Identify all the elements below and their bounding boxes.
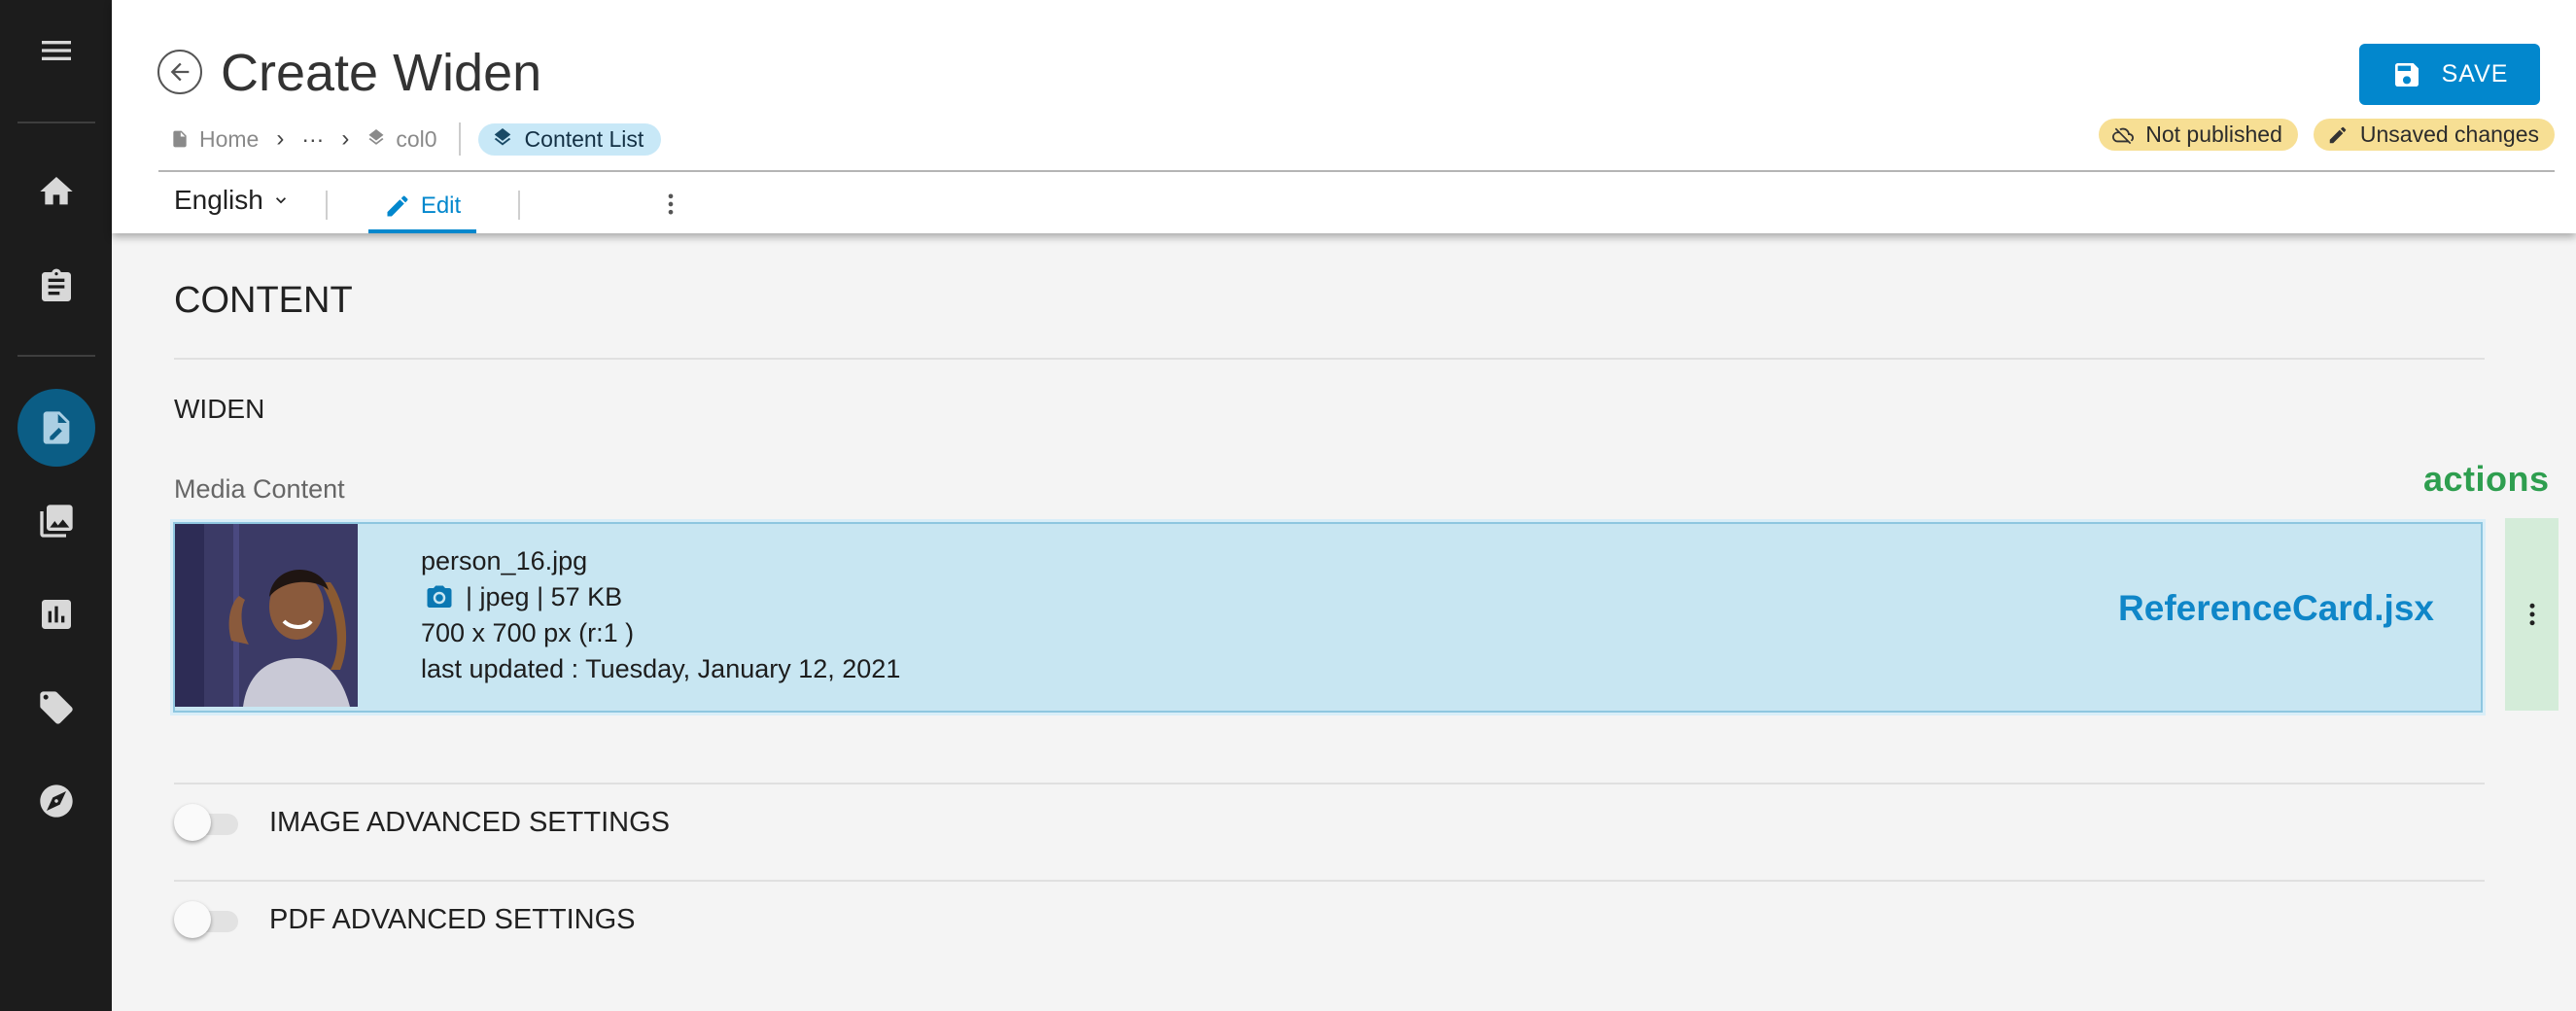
sidebar-divider [17,122,95,123]
images-icon[interactable] [17,482,95,560]
media-thumbnail [175,524,358,707]
breadcrumb-current-chip[interactable]: Content List [477,122,662,156]
publish-status-badge: Not published [2099,119,2298,151]
save-icon [2394,62,2419,87]
file-type-row: | jpeg | 57 KB [421,579,900,615]
back-button[interactable] [157,50,202,94]
breadcrumb-ellipsis[interactable]: ··· [301,126,324,153]
arrow-left-icon [170,62,190,82]
section-divider [174,358,2485,360]
pdf-advanced-settings-label: PDF ADVANCED SETTINGS [269,904,636,935]
analytics-icon[interactable] [17,575,95,653]
more-options-button[interactable] [656,187,685,222]
status-chips: Not published Unsaved changes [2099,119,2555,151]
breadcrumb-collection[interactable]: col0 [366,125,437,153]
pencil-icon [387,195,408,217]
file-dimensions: 700 x 700 px (r:1 ) [421,618,635,647]
more-vertical-icon [668,193,674,215]
save-label: SAVE [2441,60,2509,87]
tag-icon[interactable] [17,669,95,747]
file-last-updated: last updated : Tuesday, January 12, 2021 [421,654,901,683]
pencil-icon [2329,126,2347,143]
image-advanced-settings-toggle[interactable] [174,803,240,841]
language-value: English [174,185,263,215]
home-icon[interactable] [17,153,95,230]
file-type-info: | jpeg | 57 KB [466,582,623,611]
reference-card[interactable]: person_16.jpg | jpeg | 57 KB 700 x 700 p… [173,522,2483,713]
chevron-right-icon: › [276,125,285,152]
compass-icon[interactable] [17,762,95,840]
page-title: Create Widen [221,44,542,102]
breadcrumb-home[interactable]: Home [170,126,259,153]
more-vertical-icon [2529,603,2534,626]
sidebar-divider [17,355,95,357]
camera-icon [427,585,452,608]
tab-edit-label: Edit [420,192,462,219]
clipboard-icon[interactable] [17,248,95,326]
actions-label: actions [2423,459,2550,499]
content-edit-icon[interactable] [17,389,95,467]
breadcrumb-collection-label: col0 [396,125,437,152]
unsaved-changes-label: Unsaved changes [2359,122,2539,147]
card-actions-menu[interactable] [2505,518,2559,711]
file-icon [173,130,187,148]
page-header: Create Widen SAVE Home › ··· › col0 Cont… [112,0,2576,233]
tab-edit[interactable]: Edit [368,189,476,233]
cloud-off-icon [2112,127,2135,144]
pdf-advanced-settings: PDF ADVANCED SETTINGS [174,900,636,938]
breadcrumb-home-label: Home [199,125,260,152]
publish-status-label: Not published [2145,122,2282,147]
header-divider [158,170,2555,172]
toolbar-divider [518,191,520,220]
card-details: person_16.jpg | jpeg | 57 KB 700 x 700 p… [421,543,900,687]
unsaved-changes-badge: Unsaved changes [2313,119,2555,151]
layers-icon [494,128,510,146]
file-name: person_16.jpg [421,546,588,575]
sidebar [0,0,112,1011]
chevron-down-icon [275,197,286,204]
main-content: CONTENT WIDEN Media Content actions pers… [112,233,2576,1011]
breadcrumb: Home › ··· › col0 Content List [170,122,662,156]
image-advanced-settings-label: IMAGE ADVANCED SETTINGS [269,807,670,838]
save-button[interactable]: SAVE [2359,44,2540,105]
layers-icon [368,129,384,145]
chevron-right-icon: › [341,125,350,152]
pdf-advanced-settings-toggle[interactable] [174,900,240,938]
section-divider [174,783,2485,784]
media-content-label: Media Content [174,474,345,504]
image-advanced-settings: IMAGE ADVANCED SETTINGS [174,803,670,841]
toolbar-divider [326,191,328,220]
component-label: ReferenceCard.jsx [2118,588,2434,628]
widen-section-title: WIDEN [174,394,265,424]
breadcrumb-divider [458,122,461,156]
breadcrumb-current-label: Content List [524,125,644,152]
content-heading: CONTENT [174,280,353,321]
language-select[interactable]: English [174,185,291,216]
menu-icon[interactable] [17,12,95,89]
section-divider [174,880,2485,882]
